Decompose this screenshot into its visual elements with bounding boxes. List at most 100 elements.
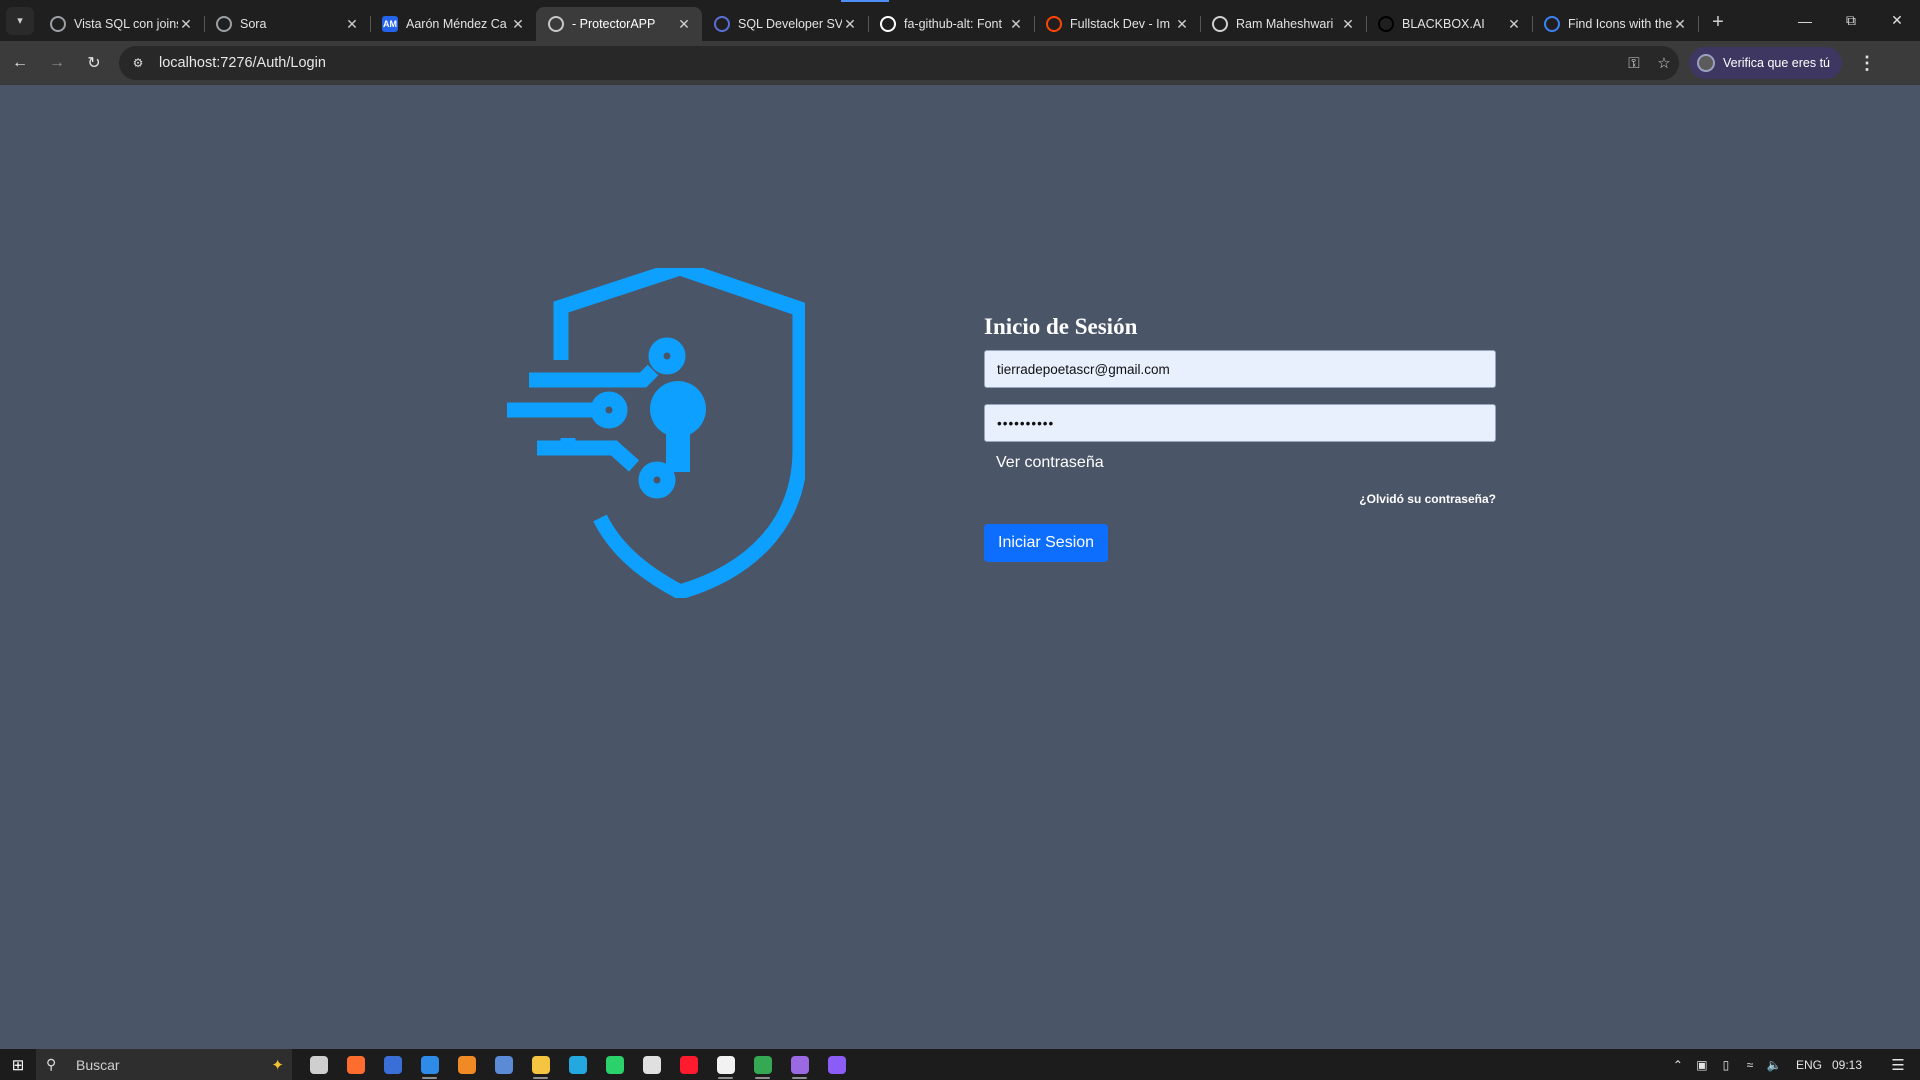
site-info-icon[interactable]: ⚙ xyxy=(127,52,149,74)
browser-tab[interactable]: Sora ✕ xyxy=(204,7,371,41)
page-title: Inicio de Sesión xyxy=(984,314,1138,339)
taskbar-app-code-editor[interactable] xyxy=(818,1049,855,1080)
browser-tab[interactable]: SQL Developer SV ✕ xyxy=(702,7,869,41)
close-tab-icon[interactable]: ✕ xyxy=(842,16,858,33)
person-icon xyxy=(1212,16,1228,32)
minimize-icon[interactable]: — xyxy=(1782,0,1828,41)
browser-tab[interactable]: Ram Maheshwari ✕ xyxy=(1200,7,1367,41)
taskbar-app-rider[interactable] xyxy=(633,1049,670,1080)
edge-icon xyxy=(568,1055,587,1074)
login-form: Inicio de Sesión Ver contraseña ¿Olvidó … xyxy=(984,314,1496,562)
address-bar[interactable]: ⚙ localhost:7276/Auth/Login ⚿ ☆ xyxy=(119,46,1679,80)
ssms-icon xyxy=(494,1055,513,1074)
taskbar-search[interactable]: ⚲ Buscar ✦ xyxy=(36,1049,292,1080)
chevron-up-icon[interactable]: ⌃ xyxy=(1666,1058,1690,1072)
volume-icon[interactable]: 🔈 xyxy=(1762,1058,1786,1072)
clock[interactable]: 09:13 xyxy=(1832,1058,1862,1072)
close-tab-icon[interactable]: ✕ xyxy=(1506,16,1522,33)
email-field[interactable] xyxy=(984,350,1496,388)
arrow-left-icon: ← xyxy=(12,54,28,71)
close-window-icon[interactable]: ✕ xyxy=(1874,0,1920,41)
browser-toolbar: ← → ↻ ⚙ localhost:7276/Auth/Login ⚿ ☆ Ve… xyxy=(0,41,1920,85)
sublime-icon xyxy=(457,1055,476,1074)
language-indicator[interactable]: ENG xyxy=(1796,1058,1822,1072)
taskbar-app-task-view[interactable] xyxy=(300,1049,337,1080)
browser-tab[interactable]: BLACKBOX.AI ✕ xyxy=(1366,7,1533,41)
close-tab-icon[interactable]: ✕ xyxy=(1008,16,1024,33)
browser-tab[interactable]: Find Icons with the ✕ xyxy=(1532,7,1699,41)
taskbar-app-intellij[interactable] xyxy=(374,1049,411,1080)
close-tab-icon[interactable]: ✕ xyxy=(178,16,194,33)
browser-menu-icon[interactable]: ⋮ xyxy=(1850,46,1884,80)
close-tab-icon[interactable]: ✕ xyxy=(1340,16,1356,33)
forgot-password-link[interactable]: ¿Olvidó su contraseña? xyxy=(984,492,1496,508)
chevron-down-icon: ▾ xyxy=(17,15,23,27)
intellij-icon xyxy=(383,1055,402,1074)
browser-tab[interactable]: - ProtectorAPP ✕ xyxy=(536,7,702,41)
tab-title: Aarón Méndez Ca xyxy=(406,17,507,31)
new-tab-button[interactable]: + xyxy=(1704,9,1732,37)
tab-title: BLACKBOX.AI xyxy=(1402,17,1485,31)
taskbar-app-chrome[interactable] xyxy=(744,1049,781,1080)
avatar xyxy=(1697,54,1715,72)
code-editor-icon xyxy=(827,1055,846,1074)
browser-tab[interactable]: fa-github-alt: Font ✕ xyxy=(868,7,1035,41)
close-tab-icon[interactable]: ✕ xyxy=(1672,16,1688,33)
reload-button[interactable]: ↻ xyxy=(77,46,111,80)
taskbar-app-notion[interactable] xyxy=(707,1049,744,1080)
notification-icon[interactable]: ☰ xyxy=(1876,1056,1920,1074)
close-tab-icon[interactable]: ✕ xyxy=(344,16,360,33)
vscode-icon xyxy=(420,1055,439,1074)
taskbar-app-visual-studio[interactable] xyxy=(781,1049,818,1080)
blackbox-icon xyxy=(1378,16,1394,32)
arrow-right-icon: → xyxy=(49,54,65,71)
taskbar-app-sublime[interactable] xyxy=(448,1049,485,1080)
forward-button[interactable]: → xyxy=(40,46,74,80)
bookmark-star-icon[interactable]: ☆ xyxy=(1649,54,1679,72)
browser-tab[interactable]: Vista SQL con joins ✕ xyxy=(38,7,205,41)
app-tray-icon[interactable]: ▣ xyxy=(1690,1058,1714,1072)
taskbar-app-opera[interactable] xyxy=(670,1049,707,1080)
taskbar-app-edge[interactable] xyxy=(559,1049,596,1080)
login-button[interactable]: Iniciar Sesion xyxy=(984,524,1109,562)
close-tab-icon[interactable]: ✕ xyxy=(1174,16,1190,33)
close-tab-icon[interactable]: ✕ xyxy=(510,16,526,33)
show-password-toggle[interactable]: Ver contraseña xyxy=(984,454,1496,476)
document-icon xyxy=(548,16,564,32)
tab-search-button[interactable]: ▾ xyxy=(6,6,34,35)
play-icon xyxy=(216,16,232,32)
tab-title: Vista SQL con joins xyxy=(74,17,178,31)
taskbar-app-file-explorer[interactable] xyxy=(522,1049,559,1080)
tab-title: fa-github-alt: Font xyxy=(904,17,1002,31)
opera-icon xyxy=(679,1055,698,1074)
taskbar-app-ssms[interactable] xyxy=(485,1049,522,1080)
gear-icon xyxy=(50,16,66,32)
taskbar-app-whatsapp[interactable] xyxy=(596,1049,633,1080)
system-tray: ⌃ ▣ ▯ ≈ 🔈 ENG 09:13 ☰ xyxy=(1666,1056,1920,1074)
notion-icon xyxy=(716,1055,735,1074)
browser-tab[interactable]: AM Aarón Méndez Ca ✕ xyxy=(370,7,537,41)
taskbar: ⊞ ⚲ Buscar ✦ ⌃ ▣ ▯ ≈ 🔈 ENG 09:13 ☰ xyxy=(0,1049,1920,1080)
password-field[interactable] xyxy=(984,404,1496,442)
shield-logo-icon xyxy=(507,268,805,598)
tab-title: Fullstack Dev - Im xyxy=(1070,17,1171,31)
profile-button[interactable]: Verifica que eres tú xyxy=(1689,47,1843,79)
browser-tab-strip: ▾ Vista SQL con joins ✕ Sora ✕ AM Aarón Ménde… xyxy=(0,0,1920,41)
tab-title: Ram Maheshwari xyxy=(1236,17,1334,31)
battery-icon[interactable]: ▯ xyxy=(1714,1058,1738,1072)
chrome-icon xyxy=(753,1055,772,1074)
taskbar-apps xyxy=(300,1049,855,1080)
wifi-icon[interactable]: ≈ xyxy=(1738,1058,1762,1072)
taskbar-search-label: Buscar xyxy=(76,1056,120,1073)
rider-icon xyxy=(642,1055,661,1074)
sql-icon xyxy=(714,16,730,32)
taskbar-app-vscode[interactable] xyxy=(411,1049,448,1080)
back-button[interactable]: ← xyxy=(3,46,37,80)
browser-tab[interactable]: Fullstack Dev - Im ✕ xyxy=(1034,7,1201,41)
taskbar-app-firefox-dev[interactable] xyxy=(337,1049,374,1080)
restore-icon[interactable]: ⧉ xyxy=(1828,0,1874,41)
url-text[interactable]: localhost:7276/Auth/Login xyxy=(159,55,1619,71)
close-tab-icon[interactable]: ✕ xyxy=(676,16,692,33)
password-key-icon[interactable]: ⚿ xyxy=(1619,55,1649,72)
start-button[interactable]: ⊞ xyxy=(0,1049,36,1080)
